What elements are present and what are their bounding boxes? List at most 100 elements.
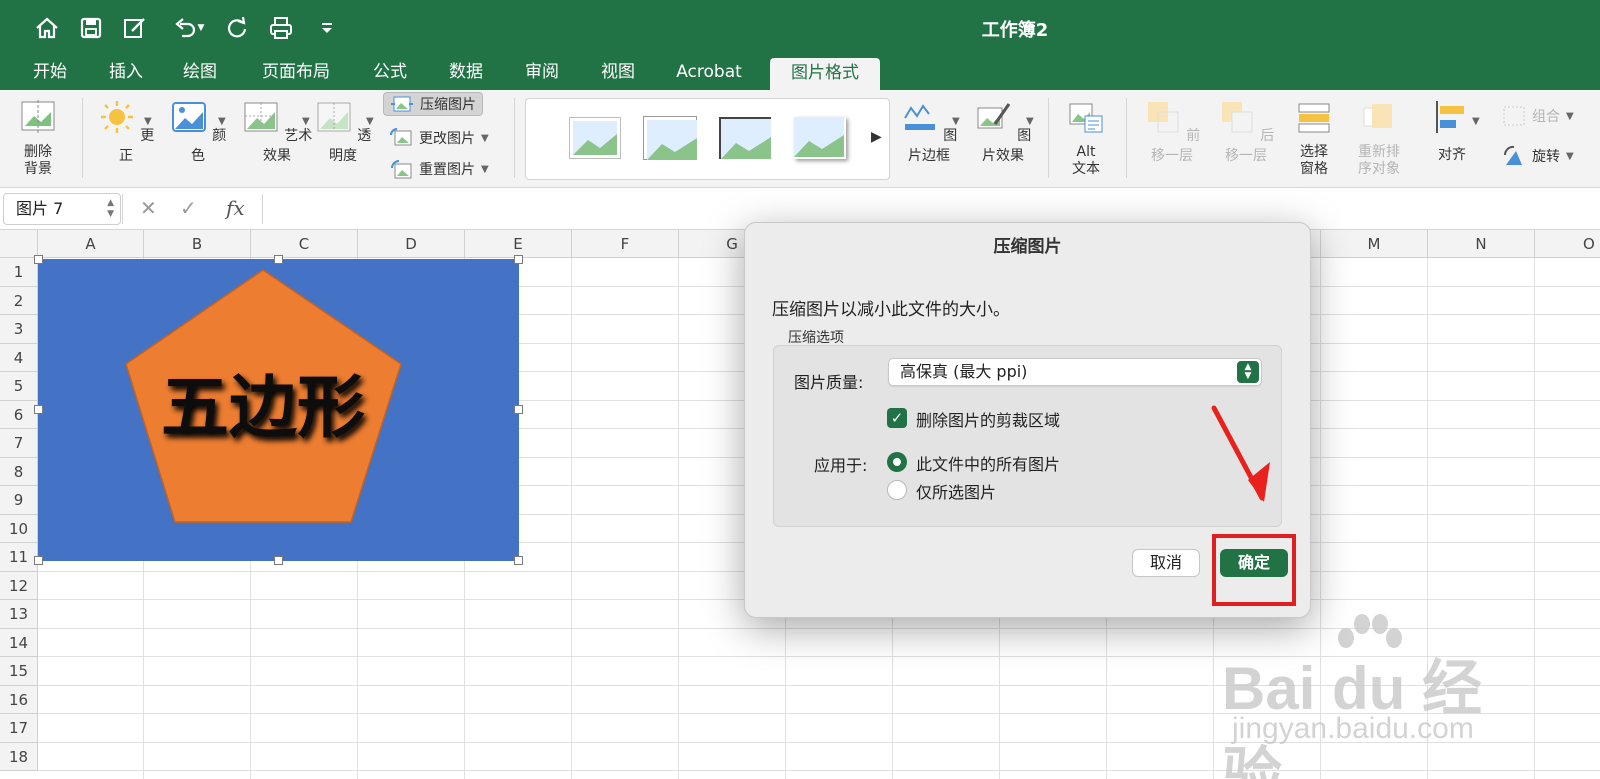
send-backward-icon <box>1221 102 1253 133</box>
confirm-formula-icon[interactable]: ✓ <box>180 196 197 220</box>
reset-picture-button[interactable]: 重置图片 ▼ <box>383 157 495 181</box>
tab-formulas[interactable]: 公式 <box>362 56 418 90</box>
change-picture-button[interactable]: 更改图片 ▼ <box>383 126 495 150</box>
row-header[interactable]: 11 <box>0 543 38 572</box>
select-all-corner[interactable] <box>0 230 38 258</box>
color-button[interactable]: 颜色 ▼ <box>166 98 230 165</box>
tab-data[interactable]: 数据 <box>438 56 494 90</box>
redo-icon[interactable] <box>222 13 252 43</box>
reorder-objects-button[interactable]: 重新排 序对象 <box>1350 98 1408 178</box>
title-bar: ▼ 工作簿2 <box>0 0 1600 56</box>
tab-acrobat[interactable]: Acrobat <box>666 56 752 90</box>
column-header[interactable]: N <box>1428 230 1535 258</box>
remove-background-button[interactable]: 删除 背景 <box>10 98 66 178</box>
resize-handle[interactable] <box>34 556 43 565</box>
tab-picture-format[interactable]: 图片格式 <box>770 58 880 90</box>
column-header[interactable]: A <box>38 230 144 258</box>
row-header[interactable]: 17 <box>0 714 38 743</box>
apply-selected-pictures-label[interactable]: 仅所选图片 <box>916 479 996 503</box>
transparency-button[interactable]: 透明度 ▼ <box>310 98 376 165</box>
row-header[interactable]: 7 <box>0 429 38 458</box>
row-header[interactable]: 8 <box>0 458 38 486</box>
reorder-objects-label-2: 序对象 <box>1358 161 1400 177</box>
compress-options-label: 压缩选项 <box>788 330 844 346</box>
column-header[interactable]: M <box>1321 230 1428 258</box>
resize-handle[interactable] <box>34 405 43 414</box>
group-label: 组合 <box>1532 109 1560 125</box>
row-header[interactable]: 3 <box>0 315 38 344</box>
send-backward-button[interactable]: 后移一层 <box>1212 98 1280 165</box>
selection-pane-button[interactable]: 选择 窗格 <box>1288 98 1340 178</box>
rotate-button[interactable]: 旋转 ▼ <box>1496 144 1580 168</box>
tab-draw[interactable]: 绘图 <box>172 56 228 90</box>
undo-icon[interactable]: ▼ <box>166 13 210 43</box>
corrections-button[interactable]: 更正 ▼ <box>94 98 158 165</box>
resize-handle[interactable] <box>274 556 283 565</box>
gallery-next-icon[interactable]: ▶ <box>871 129 882 145</box>
cancel-button[interactable]: 取消 <box>1132 549 1200 577</box>
resize-handle[interactable] <box>34 255 43 264</box>
picture-border-button[interactable]: 图片边框 ▼ <box>896 98 962 165</box>
customize-icon[interactable] <box>312 13 342 43</box>
row-header[interactable]: 18 <box>0 743 38 771</box>
tab-review[interactable]: 审阅 <box>514 56 570 90</box>
tab-view[interactable]: 视图 <box>590 56 646 90</box>
picture-quality-select[interactable]: 高保真 (最大 ppi) ▲ ▼ <box>888 358 1262 386</box>
compress-pictures-button[interactable]: 压缩图片 <box>383 92 483 116</box>
row-header[interactable]: 1 <box>0 258 38 287</box>
pentagon-picture[interactable]: 五边形 <box>34 255 523 565</box>
delete-cropped-areas-label[interactable]: 删除图片的剪裁区域 <box>916 407 1060 431</box>
column-header[interactable]: C <box>251 230 358 258</box>
row-header[interactable]: 5 <box>0 372 38 401</box>
edit-icon[interactable] <box>120 13 150 43</box>
home-icon[interactable] <box>32 13 62 43</box>
bring-forward-button[interactable]: 前移一层 <box>1138 98 1206 165</box>
row-header[interactable]: 16 <box>0 686 38 714</box>
print-icon[interactable] <box>266 13 296 43</box>
insert-function-button[interactable]: fx <box>226 196 245 220</box>
row-header[interactable]: 12 <box>0 572 38 600</box>
row-header[interactable]: 14 <box>0 629 38 657</box>
picture-style-2[interactable] <box>644 117 697 160</box>
row-header[interactable]: 4 <box>0 344 38 372</box>
column-header[interactable]: B <box>144 230 251 258</box>
artistic-effects-button[interactable]: 艺术效果 ▼ <box>236 98 318 165</box>
delete-cropped-areas-checkbox[interactable]: ✓ <box>887 408 907 428</box>
row-header[interactable]: 9 <box>0 486 38 515</box>
align-button[interactable]: 对齐 ▼ <box>1424 98 1480 164</box>
picture-effects-button[interactable]: 图片效果 ▼ <box>970 98 1036 165</box>
tab-insert[interactable]: 插入 <box>98 56 154 90</box>
row-header[interactable]: 10 <box>0 515 38 543</box>
tab-page-layout[interactable]: 页面布局 <box>250 56 342 90</box>
window-title: 工作簿2 <box>981 20 1049 41</box>
resize-handle[interactable] <box>514 255 523 264</box>
picture-style-3[interactable] <box>719 117 771 159</box>
group-icon <box>1503 106 1525 126</box>
row-header[interactable]: 6 <box>0 401 38 429</box>
column-header[interactable]: F <box>572 230 679 258</box>
name-box[interactable]: 图片 7 ▲ ▼ <box>3 193 121 225</box>
apply-selected-pictures-radio[interactable] <box>887 480 907 500</box>
ribbon: 删除 背景 更正 ▼ 颜色 ▼ 艺术效果 ▼ 透明度 ▼ 压缩图片 更改图片 ▼ … <box>0 90 1600 188</box>
tab-home[interactable]: 开始 <box>22 56 78 90</box>
picture-effects-icon <box>977 103 1010 129</box>
resize-handle[interactable] <box>514 405 523 414</box>
group-button[interactable]: 组合 ▼ <box>1496 104 1580 128</box>
column-header[interactable]: E <box>465 230 572 258</box>
cancel-formula-icon[interactable]: ✕ <box>140 196 157 220</box>
row-header[interactable]: 15 <box>0 657 38 686</box>
row-header[interactable]: 13 <box>0 600 38 629</box>
resize-handle[interactable] <box>274 255 283 264</box>
picture-style-1[interactable] <box>569 117 621 159</box>
column-header[interactable]: D <box>358 230 465 258</box>
row-header[interactable]: 2 <box>0 287 38 315</box>
name-box-stepper-icon[interactable]: ▲ ▼ <box>107 198 114 220</box>
column-header[interactable]: O <box>1535 230 1600 258</box>
alt-text-button[interactable]: Alt 文本 <box>1060 98 1112 178</box>
save-icon[interactable] <box>76 13 106 43</box>
resize-handle[interactable] <box>514 556 523 565</box>
apply-all-pictures-radio[interactable] <box>887 452 907 472</box>
selection-pane-label-1: 选择 <box>1300 144 1328 160</box>
picture-style-4[interactable] <box>794 117 846 159</box>
apply-all-pictures-label[interactable]: 此文件中的所有图片 <box>916 451 1060 475</box>
